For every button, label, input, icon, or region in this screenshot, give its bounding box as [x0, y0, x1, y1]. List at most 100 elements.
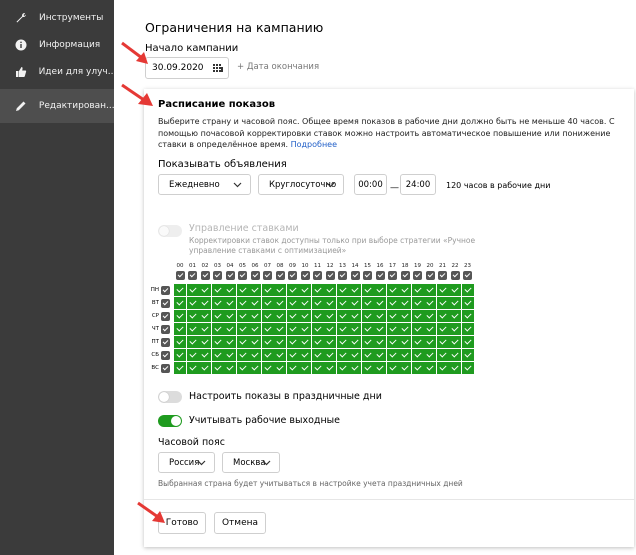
schedule-cell[interactable] [386, 362, 399, 374]
schedule-cell[interactable] [386, 310, 399, 322]
hour-column-checkbox[interactable] [400, 271, 410, 280]
hour-column-checkbox[interactable] [338, 271, 347, 280]
hours-select[interactable]: Круглосуточно [258, 174, 344, 195]
schedule-cell[interactable] [299, 336, 311, 348]
schedule-cell[interactable] [449, 349, 461, 361]
schedule-cell[interactable] [199, 362, 211, 374]
schedule-cell[interactable] [374, 336, 386, 348]
schedule-cell[interactable] [199, 297, 211, 309]
schedule-cell[interactable] [274, 362, 286, 374]
schedule-cell[interactable] [299, 297, 311, 309]
schedule-cell[interactable] [174, 297, 186, 309]
schedule-cell[interactable] [311, 362, 324, 374]
schedule-cell[interactable] [186, 284, 199, 296]
schedule-cell[interactable] [236, 362, 249, 374]
time-from-input[interactable]: 00:00 [354, 174, 387, 195]
schedule-cell[interactable] [261, 284, 274, 296]
schedule-cell[interactable] [399, 310, 411, 322]
schedule-cell[interactable] [186, 297, 199, 309]
hour-column-checkbox[interactable] [375, 271, 385, 280]
schedule-cell[interactable] [399, 297, 411, 309]
schedule-cell[interactable] [436, 336, 449, 348]
schedule-cell[interactable] [236, 336, 249, 348]
schedule-cell[interactable] [361, 323, 374, 335]
schedule-cell[interactable] [174, 349, 186, 361]
schedule-cell[interactable] [411, 336, 424, 348]
schedule-cell[interactable] [349, 297, 361, 309]
hour-column-checkbox[interactable] [250, 271, 260, 280]
schedule-cell[interactable] [311, 323, 324, 335]
schedule-cell[interactable] [186, 349, 199, 361]
schedule-cell[interactable] [261, 349, 274, 361]
schedule-cell[interactable] [174, 336, 186, 348]
schedule-cell[interactable] [211, 310, 224, 322]
schedule-cell[interactable] [436, 349, 449, 361]
cancel-button[interactable]: Отмена [214, 512, 266, 534]
schedule-cell[interactable] [199, 323, 211, 335]
schedule-cell[interactable] [324, 349, 336, 361]
sidebar-item-tools[interactable]: Инструменты [0, 4, 114, 31]
schedule-cell[interactable] [261, 310, 274, 322]
schedule-cell[interactable] [461, 349, 474, 361]
hour-column-checkbox[interactable] [363, 271, 372, 280]
schedule-cell[interactable] [436, 362, 449, 374]
sidebar-item-ideas[interactable]: Идеи для улуч... [0, 58, 114, 85]
day-row-checkbox[interactable] [161, 324, 170, 334]
schedule-cell[interactable] [436, 323, 449, 335]
country-select[interactable]: Россия [158, 452, 215, 473]
holidays-toggle[interactable] [158, 391, 182, 403]
hour-column-checkbox[interactable] [188, 271, 197, 280]
schedule-cell[interactable] [424, 362, 436, 374]
schedule-cell[interactable] [424, 336, 436, 348]
schedule-cell[interactable] [249, 323, 261, 335]
schedule-cell[interactable] [424, 284, 436, 296]
hour-column-checkbox[interactable] [325, 271, 335, 280]
schedule-cell[interactable] [349, 362, 361, 374]
hour-column-checkbox[interactable] [225, 271, 235, 280]
schedule-cell[interactable] [324, 336, 336, 348]
schedule-cell[interactable] [349, 310, 361, 322]
schedule-cell[interactable] [186, 362, 199, 374]
schedule-cell[interactable] [286, 336, 299, 348]
schedule-cell[interactable] [299, 310, 311, 322]
schedule-cell[interactable] [286, 349, 299, 361]
schedule-cell[interactable] [424, 297, 436, 309]
day-row-checkbox[interactable] [161, 363, 170, 373]
calendar-icon[interactable] [213, 64, 223, 76]
schedule-cell[interactable] [411, 297, 424, 309]
schedule-cell[interactable] [449, 310, 461, 322]
day-row-checkbox[interactable] [161, 311, 170, 321]
schedule-cell[interactable] [361, 349, 374, 361]
schedule-cell[interactable] [461, 297, 474, 309]
schedule-cell[interactable] [174, 310, 186, 322]
day-row-checkbox[interactable] [161, 285, 170, 295]
schedule-cell[interactable] [311, 336, 324, 348]
schedule-cell[interactable] [224, 310, 236, 322]
schedule-cell[interactable] [374, 323, 386, 335]
schedule-cell[interactable] [199, 310, 211, 322]
schedule-cell[interactable] [199, 284, 211, 296]
schedule-cell[interactable] [361, 297, 374, 309]
schedule-cell[interactable] [449, 362, 461, 374]
schedule-cell[interactable] [224, 284, 236, 296]
schedule-cell[interactable] [174, 362, 186, 374]
schedule-cell[interactable] [324, 323, 336, 335]
time-to-input[interactable]: 24:00 [400, 174, 436, 195]
schedule-cell[interactable] [399, 362, 411, 374]
schedule-cell[interactable] [311, 284, 324, 296]
schedule-cell[interactable] [211, 336, 224, 348]
schedule-cell[interactable] [299, 284, 311, 296]
schedule-cell[interactable] [261, 323, 274, 335]
sidebar-item-editing[interactable]: Редактирован... [0, 89, 114, 123]
schedule-cell[interactable] [374, 310, 386, 322]
schedule-cell[interactable] [336, 323, 349, 335]
schedule-cell[interactable] [174, 284, 186, 296]
schedule-cell[interactable] [249, 284, 261, 296]
schedule-cell[interactable] [311, 349, 324, 361]
schedule-cell[interactable] [236, 297, 249, 309]
schedule-cell[interactable] [436, 310, 449, 322]
schedule-cell[interactable] [324, 297, 336, 309]
hour-column-checkbox[interactable] [425, 271, 435, 280]
schedule-cell[interactable] [411, 349, 424, 361]
schedule-cell[interactable] [349, 336, 361, 348]
